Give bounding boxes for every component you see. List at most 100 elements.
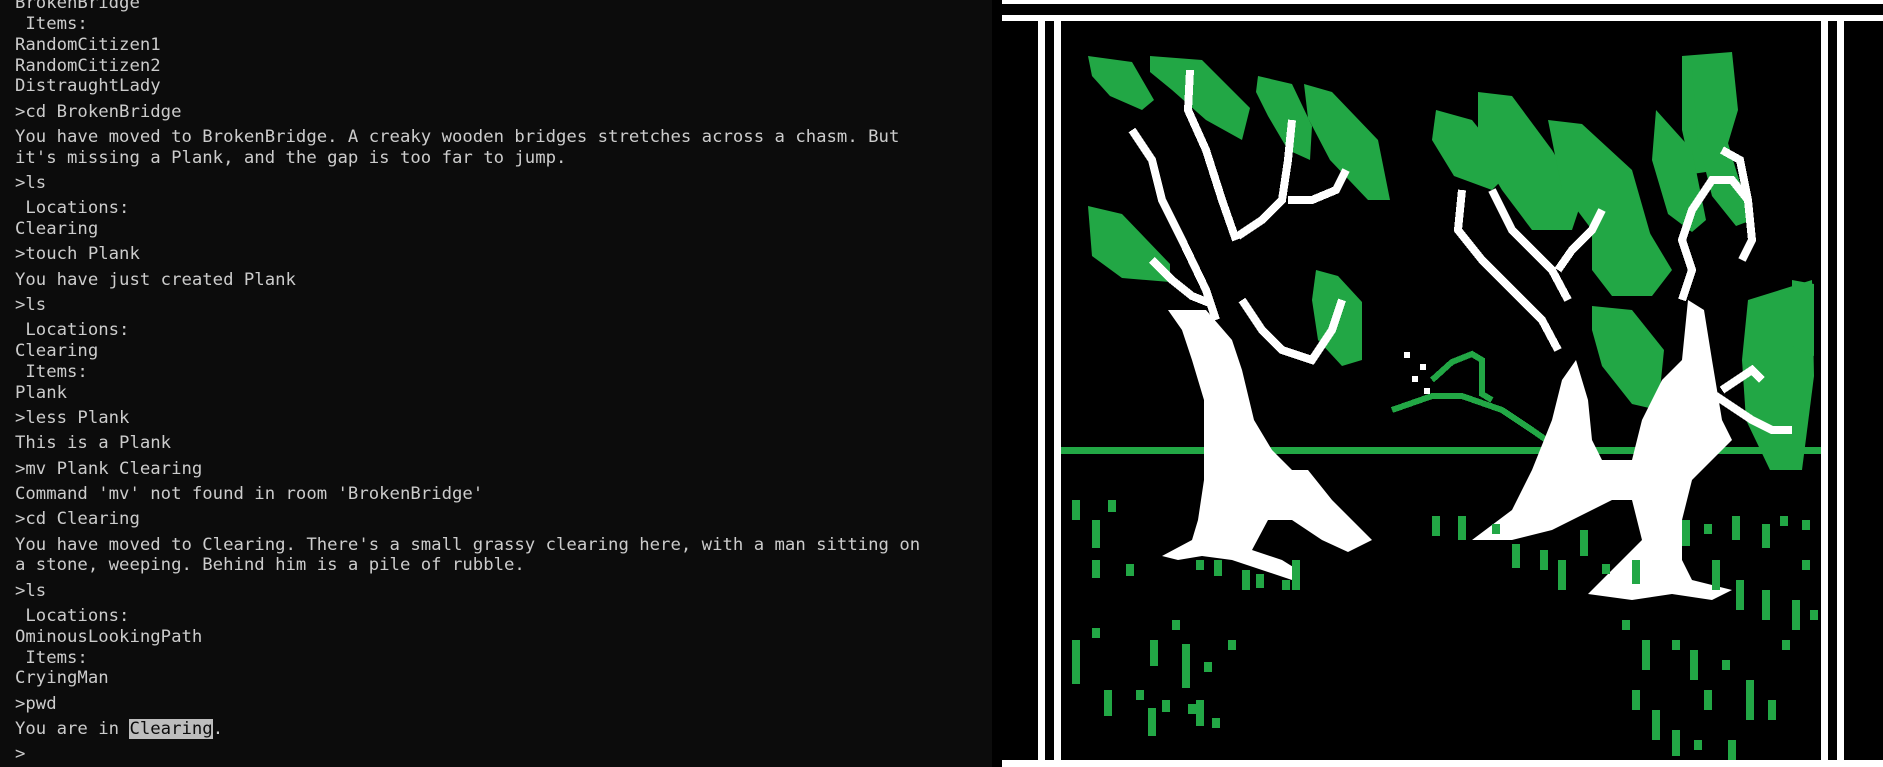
frame-top-inner [1002, 15, 1883, 21]
command-line: >cd BrokenBridge [15, 101, 182, 122]
sapling-blossom [1404, 352, 1410, 358]
grass-tuft [1212, 718, 1220, 728]
grass-tuft [1126, 564, 1134, 576]
pwd-output-line: You are in Clearing. [15, 718, 992, 740]
output-line: Clearing [15, 341, 99, 362]
output-line: You have moved to BrokenBridge. A creaky… [15, 126, 900, 147]
grass-tuft [1622, 620, 1630, 630]
grass-tuft [1642, 640, 1650, 670]
grass-tuft [1780, 516, 1788, 526]
sapling-branch [1391, 393, 1554, 447]
command-prompt[interactable]: > [15, 744, 25, 764]
grass-tuft [1182, 644, 1190, 688]
ascii-art-panel [992, 0, 1883, 767]
grass-tuft [1746, 680, 1754, 720]
sapling-blossom [1424, 388, 1430, 394]
grass-tuft [1722, 660, 1730, 670]
grass-tuft [1150, 640, 1158, 666]
grass-tuft [1458, 516, 1466, 540]
leaf-cluster [1592, 306, 1664, 410]
grass-tuft [1092, 628, 1100, 638]
grass-tuft [1214, 560, 1222, 576]
output-line: You have just created Plank [15, 269, 296, 290]
command-line: >ls [15, 295, 47, 316]
output-line: Items: [15, 361, 88, 382]
grass-tuft [1188, 704, 1196, 714]
pwd-output-prefix: You are in [15, 718, 130, 739]
grass-tuft [1204, 662, 1212, 672]
output-line: Items: [15, 647, 88, 668]
grass-tuft [1292, 560, 1300, 590]
command-line: >mv Plank Clearing [15, 458, 203, 479]
left-tree-branch [1128, 127, 1220, 322]
output-line: a stone, weeping. Behind him is a pile o… [15, 555, 525, 576]
grass-tuft [1690, 650, 1698, 680]
grass-tuft [1492, 524, 1500, 534]
grass-tuft [1762, 524, 1770, 548]
pwd-output-suffix: . [212, 718, 224, 739]
forest-clearing-illustration [1002, 0, 1883, 767]
frame-right-inner [1821, 20, 1828, 760]
grass-tuft [1802, 520, 1810, 530]
frame-bottom [1002, 760, 1883, 767]
grass-tuft [1540, 550, 1548, 570]
sapling-blossom [1420, 364, 1426, 370]
output-line: Locations: [15, 605, 130, 626]
grass-tuft [1672, 640, 1680, 650]
grass-tuft [1432, 516, 1440, 536]
grass-tuft [1736, 580, 1744, 610]
grass-tuft [1162, 700, 1170, 712]
frame-top-outer [1002, 0, 1883, 4]
output-line: OminousLookingPath [15, 626, 203, 647]
output-line: RandomCitizen2 [15, 55, 161, 76]
grass-tuft [1196, 700, 1204, 726]
output-line: BrokenBridge [15, 0, 140, 14]
output-line: DistraughtLady [15, 76, 161, 97]
grass-tuft [1768, 700, 1776, 720]
leaf-cluster [1304, 84, 1390, 200]
output-line: Clearing [15, 219, 99, 240]
grass-tuft [1672, 730, 1680, 756]
grass-tuft [1810, 610, 1818, 620]
grass-tuft [1580, 530, 1588, 556]
terminal-scrollback: BrokenBridge Items: RandomCitizen1 RandomC… [15, 0, 992, 765]
grass-tuft [1072, 500, 1080, 520]
grass-tuft [1558, 560, 1566, 590]
output-line: Items: [15, 14, 88, 34]
leaf-cluster [1592, 220, 1672, 296]
grass-tuft [1732, 516, 1740, 540]
grass-tuft [1712, 560, 1720, 590]
grass-tuft [1092, 560, 1100, 578]
grass-tuft [1072, 640, 1080, 684]
command-line: >touch Plank [15, 244, 140, 265]
grass-tuft [1092, 520, 1100, 548]
selected-text-clearing[interactable]: Clearing [129, 718, 213, 739]
terminal-window[interactable]: BrokenBridge Items: RandomCitizen1 RandomC… [0, 0, 992, 767]
grass-tuft [1512, 544, 1520, 568]
grass-tuft [1148, 708, 1156, 736]
output-line: You have moved to Clearing. There's a sm… [15, 534, 921, 555]
grass-tuft [1196, 560, 1204, 570]
input-prompt-line[interactable]: > [15, 744, 992, 765]
grass-tuft [1704, 524, 1712, 534]
sapling-blossom [1412, 376, 1418, 382]
grass-tuft [1228, 640, 1236, 650]
grass-tuft [1704, 690, 1712, 710]
leaf-cluster [1792, 280, 1814, 356]
grass-tuft [1602, 564, 1610, 574]
output-line: RandomCitizen1 [15, 34, 161, 55]
output-line: Plank [15, 382, 68, 403]
grass-tuft [1682, 520, 1690, 546]
grass-tuft [1728, 740, 1736, 760]
grass-tuft [1136, 690, 1144, 700]
grass-tuft [1632, 690, 1640, 710]
leaf-cluster [1088, 56, 1154, 110]
output-line: This is a Plank [15, 433, 172, 454]
output-line: CryingMan [15, 668, 109, 689]
leaf-cluster [1256, 76, 1312, 160]
frame-left-outer [1038, 20, 1045, 760]
command-line: >ls [15, 173, 47, 194]
grass-tuft [1652, 710, 1660, 740]
grass-tuft [1632, 560, 1640, 584]
grass-tuft [1762, 590, 1770, 620]
